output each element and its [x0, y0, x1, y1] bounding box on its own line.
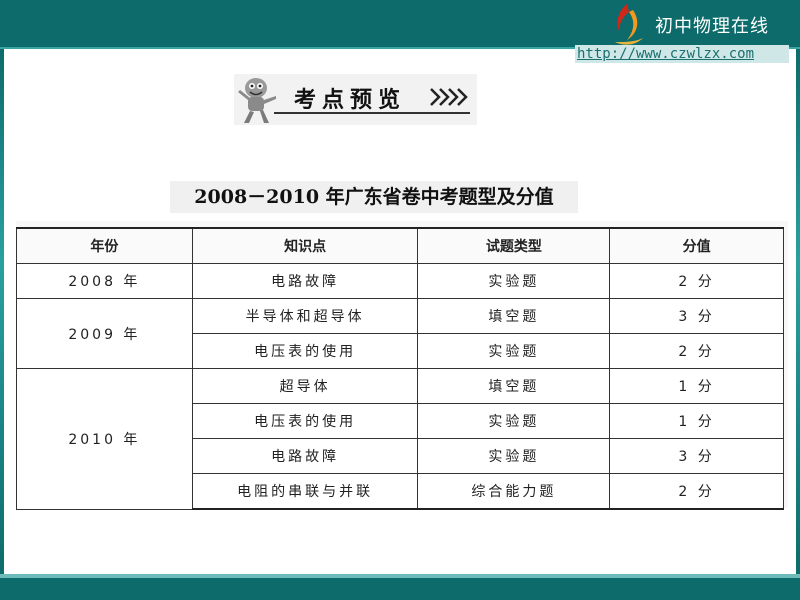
type-cell: 实验题	[417, 438, 611, 474]
header-score: 分值	[609, 227, 784, 264]
point-cell: 电阻的串联与并联	[191, 473, 419, 510]
table-row: 2010 年 超导体 填空题 1 分	[16, 368, 784, 510]
year-cell: 2010 年	[16, 368, 193, 510]
type-cell: 填空题	[417, 298, 611, 334]
type-cell: 综合能力题	[417, 473, 611, 510]
point-cell: 电压表的使用	[191, 403, 419, 439]
score-cell: 3 分	[609, 438, 784, 474]
banner-underline	[274, 112, 470, 114]
section-banner: 考点预览	[234, 74, 477, 125]
score-cell: 1 分	[609, 403, 784, 439]
brand-logo-icon	[615, 4, 643, 45]
exam-table: 年份 知识点 试题类型 分值 2008 年 电路故障 实验题 2 分 2009 …	[16, 227, 784, 510]
point-cell: 电路故障	[191, 438, 419, 474]
type-cell: 实验题	[417, 403, 611, 439]
header-knowledge-point: 知识点	[191, 227, 419, 264]
type-cell: 填空题	[417, 368, 611, 404]
point-cell: 电压表的使用	[191, 333, 419, 369]
header-year: 年份	[16, 227, 193, 264]
bottom-banner	[0, 578, 800, 600]
brand-url-link[interactable]: http://www.czwlzx.com	[575, 45, 789, 63]
right-edge-strip	[796, 49, 800, 579]
type-cell: 实验题	[417, 263, 611, 299]
score-cell: 2 分	[609, 263, 784, 299]
point-cell: 电路故障	[191, 263, 419, 299]
score-cell: 2 分	[609, 473, 784, 510]
type-cell: 实验题	[417, 333, 611, 369]
year-cell: 2008 年	[16, 263, 193, 299]
table-caption: 2008－2010 年广东省卷中考题型及分值	[170, 181, 578, 213]
banner-title: 考点预览	[294, 87, 407, 113]
table-header-row: 年份 知识点 试题类型 分值	[16, 227, 784, 264]
score-cell: 2 分	[609, 333, 784, 369]
year-cell: 2009 年	[16, 298, 193, 369]
header-question-type: 试题类型	[417, 227, 611, 264]
left-edge-strip	[0, 49, 4, 579]
mascot-icon	[238, 78, 276, 123]
table-row: 2009 年 半导体和超导体 填空题 3 分	[16, 298, 784, 369]
point-cell: 超导体	[191, 368, 419, 404]
score-cell: 1 分	[609, 368, 784, 404]
score-cell: 3 分	[609, 298, 784, 334]
brand-name: 初中物理在线	[655, 16, 769, 37]
exam-table-container: 年份 知识点 试题类型 分值 2008 年 电路故障 实验题 2 分 2009 …	[16, 221, 788, 510]
point-cell: 半导体和超导体	[191, 298, 419, 334]
chevrons-right-icon	[430, 88, 468, 106]
table-row: 2008 年 电路故障 实验题 2 分	[16, 263, 784, 299]
